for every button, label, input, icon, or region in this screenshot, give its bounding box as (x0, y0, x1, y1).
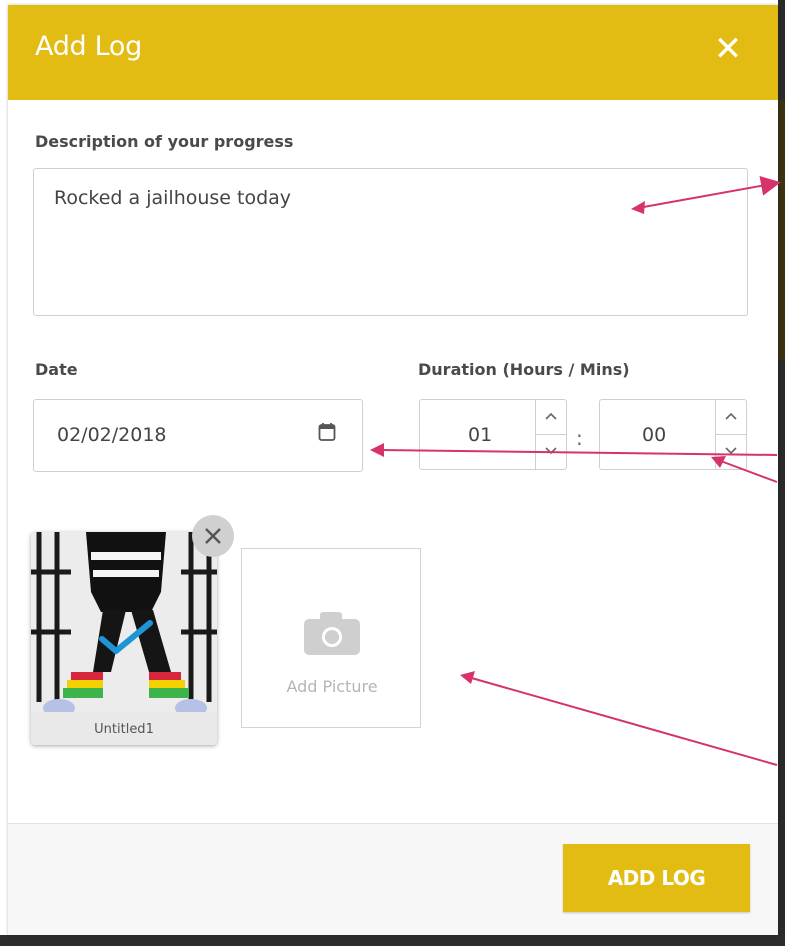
chevron-up-icon (545, 412, 557, 420)
camera-icon (304, 612, 360, 655)
picture-thumbnail[interactable]: Untitled1 (31, 532, 217, 745)
checkmark-icon (99, 620, 153, 654)
modal-title: Add Log (35, 31, 142, 62)
add-picture-label: Add Picture (286, 677, 378, 696)
minutes-stepper[interactable]: 00 (599, 399, 747, 470)
close-icon (205, 528, 221, 544)
picture-caption: Untitled1 (94, 722, 154, 737)
close-icon[interactable]: ✕ (708, 29, 748, 69)
add-log-button[interactable]: ADD LOG (563, 844, 750, 912)
duration-separator: : (576, 426, 583, 450)
add-log-modal: Add Log ✕ Description of your progress D… (8, 5, 778, 935)
duration-label: Duration (Hours / Mins) (418, 360, 630, 379)
chevron-down-icon (725, 447, 737, 455)
hours-decrement-button[interactable] (536, 435, 566, 469)
date-field[interactable]: 02/02/2018 (33, 399, 363, 472)
date-value: 02/02/2018 (57, 424, 167, 446)
calendar-icon[interactable] (318, 422, 336, 442)
description-label: Description of your progress (35, 132, 294, 151)
description-textarea[interactable] (33, 168, 748, 316)
date-label: Date (35, 360, 78, 379)
minutes-increment-button[interactable] (716, 400, 746, 435)
hours-stepper[interactable]: 01 (419, 399, 567, 470)
remove-picture-button[interactable] (192, 515, 234, 557)
modal-header: Add Log ✕ (8, 5, 778, 100)
minutes-decrement-button[interactable] (716, 435, 746, 469)
hours-value: 01 (468, 424, 493, 446)
hours-stepper-buttons (535, 400, 566, 469)
add-picture-button[interactable]: Add Picture (241, 548, 421, 728)
chevron-down-icon (545, 447, 557, 455)
minutes-stepper-buttons (715, 400, 746, 469)
chevron-up-icon (725, 412, 737, 420)
background-overlay (778, 0, 785, 946)
minutes-value: 00 (642, 424, 667, 446)
hours-increment-button[interactable] (536, 400, 566, 435)
background-bottom-bar (0, 935, 785, 946)
